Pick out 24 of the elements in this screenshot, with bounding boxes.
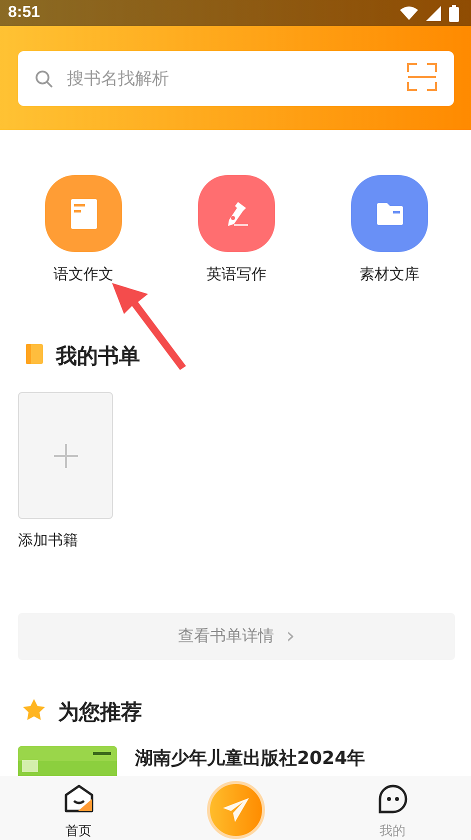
section-title: 为您推荐 xyxy=(58,699,142,726)
section-title: 我的书单 xyxy=(56,343,140,370)
book-title[interactable]: 湖南少年儿童出版社2024年 xyxy=(135,746,366,770)
add-book-card[interactable] xyxy=(18,392,113,519)
plus-icon xyxy=(54,444,78,468)
clock-time: 8:51 xyxy=(8,4,42,22)
add-book-label: 添加书籍 xyxy=(18,531,79,550)
battery-icon xyxy=(449,4,459,22)
paper-plane-icon xyxy=(222,798,248,822)
pen-shortcut-icon[interactable] xyxy=(198,175,275,252)
book-icon xyxy=(24,343,44,365)
chat-face-icon xyxy=(378,784,408,814)
search-icon xyxy=(35,70,53,88)
signal-icon xyxy=(426,6,441,20)
shortcut-label[interactable]: 英语写作 xyxy=(206,265,266,284)
star-icon xyxy=(22,699,46,721)
wifi-icon xyxy=(400,6,418,20)
scan-icon[interactable] xyxy=(407,62,437,90)
nav-tab[interactable]: 首页 xyxy=(0,776,157,840)
shortcut-label[interactable]: 语文作文 xyxy=(54,265,114,284)
notebook-shortcut-icon[interactable] xyxy=(45,175,122,252)
shortcut-label[interactable]: 素材文库 xyxy=(360,265,420,284)
home-icon xyxy=(64,784,94,814)
folder-shortcut-icon[interactable] xyxy=(351,175,428,252)
